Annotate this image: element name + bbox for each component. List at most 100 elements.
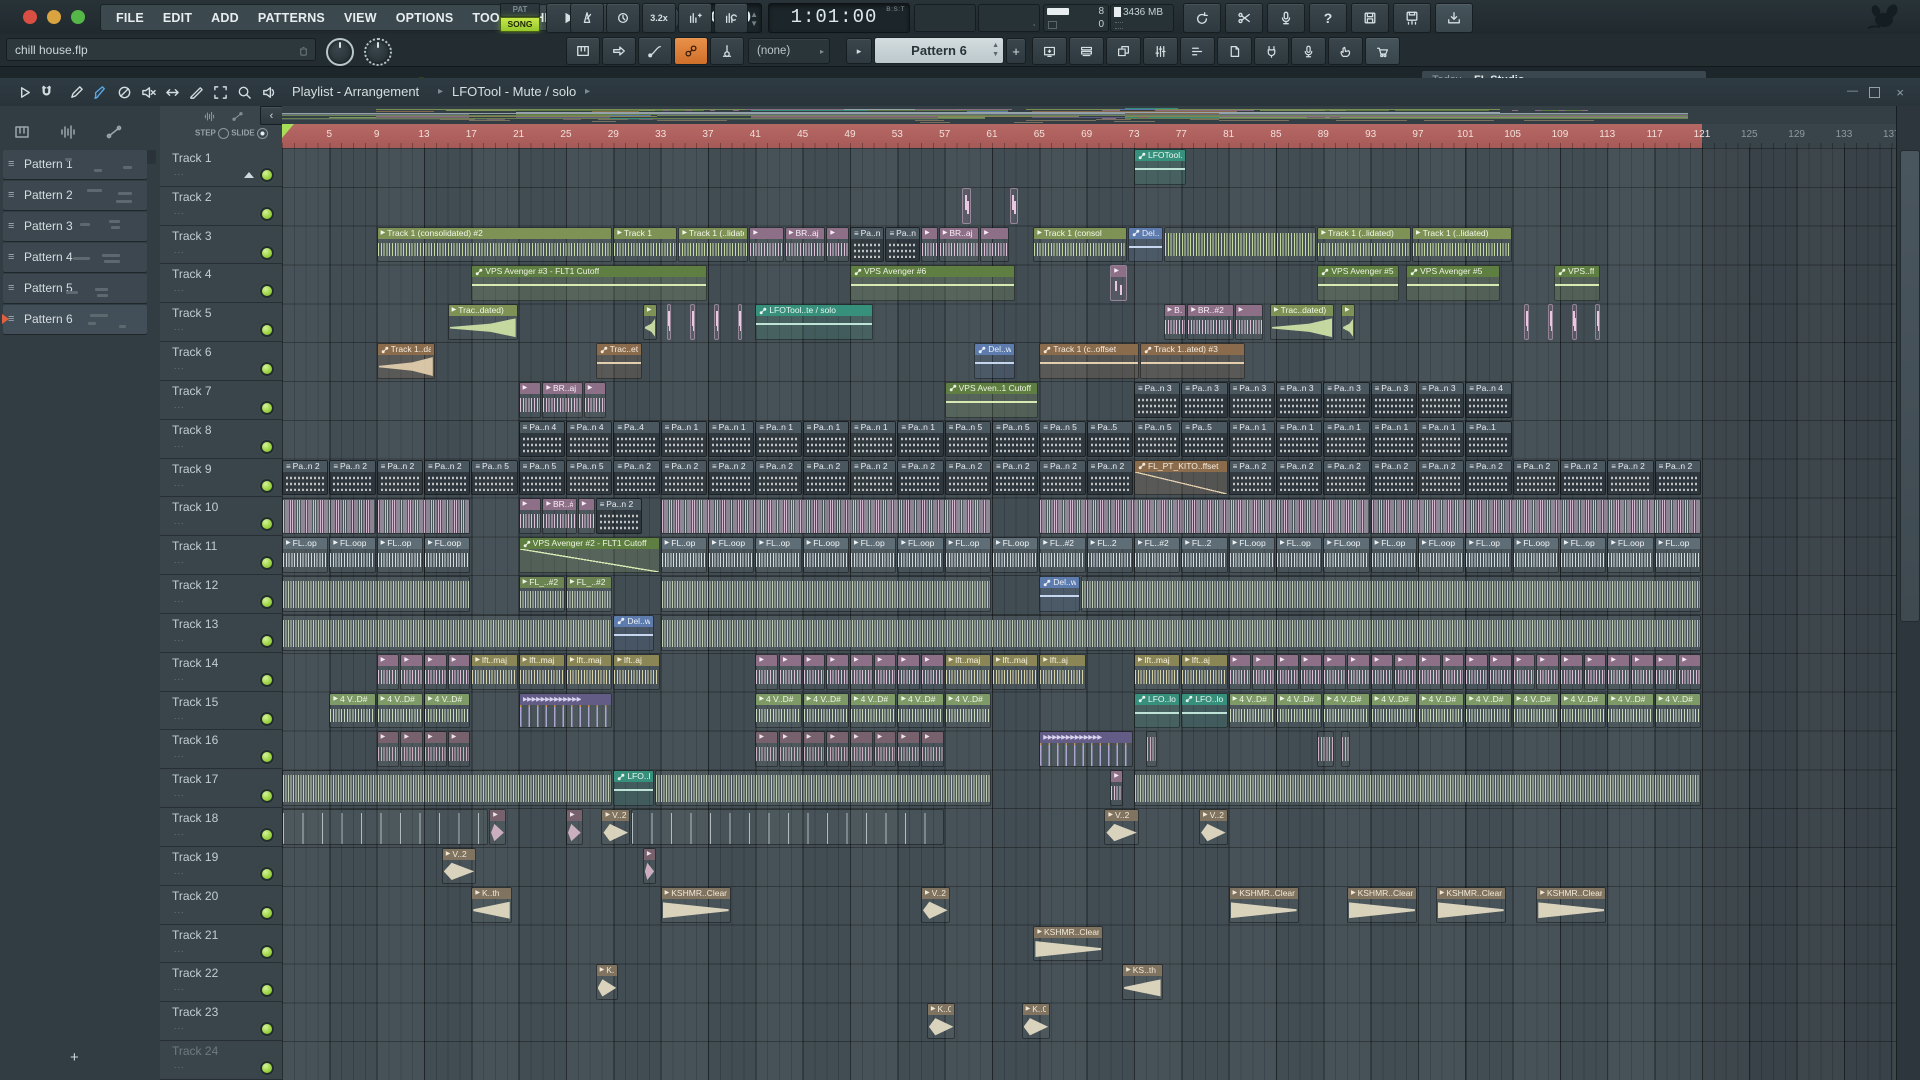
edison-record-button[interactable] — [1267, 3, 1305, 33]
track-led[interactable] — [262, 985, 272, 996]
audio-clip[interactable]: ▶ — [1275, 653, 1299, 690]
audio-clip[interactable]: ▶ — [577, 498, 595, 535]
track-name[interactable]: Track 3 — [172, 229, 212, 243]
pattern-clip[interactable]: ≡ Pa..n 2 — [1417, 459, 1465, 496]
pattern-clip[interactable]: ≡ Pa..n 2 — [707, 459, 755, 496]
audio-clip[interactable] — [1571, 304, 1577, 341]
audio-clip[interactable]: ▶ — [778, 731, 802, 768]
audio-clip[interactable]: ▶ — [376, 653, 400, 690]
track-led[interactable] — [262, 713, 272, 724]
audio-clip[interactable] — [282, 614, 613, 651]
playlist-maximize-icon[interactable] — [1869, 87, 1880, 98]
pattern-clip[interactable]: ≡ Pa..n 1 — [1228, 420, 1275, 457]
pattern-clip[interactable]: ≡ Pa..n 5 — [1039, 420, 1086, 457]
track-led[interactable] — [262, 519, 272, 530]
pattern-clip[interactable]: ≡ Pa..n 1 — [707, 420, 755, 457]
magnet-icon[interactable] — [36, 82, 56, 102]
track-header-1[interactable]: Track 1... — [160, 148, 282, 187]
track-led[interactable] — [262, 674, 272, 685]
add-pattern-button[interactable]: + — [1006, 38, 1026, 64]
audio-clip[interactable]: ▶ — [1252, 653, 1275, 690]
audio-clip[interactable]: ▶Track 1 (..lidated) — [678, 226, 749, 263]
track-header-14[interactable]: Track 14... — [160, 653, 282, 692]
audio-clip[interactable]: ▶ — [755, 653, 778, 690]
pattern-menu-button[interactable]: ▸ — [846, 38, 872, 64]
cut-tool-button[interactable] — [1225, 3, 1263, 33]
plugin-picker-button[interactable] — [1254, 37, 1289, 65]
window-close-light[interactable] — [23, 10, 37, 24]
pattern-item-3[interactable]: ≡ Pattern 3 — [3, 212, 147, 241]
audio-clip[interactable]: ▶Track 1 (..lidated) — [1412, 226, 1512, 263]
audio-clip[interactable]: ▶ — [1323, 653, 1346, 690]
track-name[interactable]: Track 19 — [172, 850, 218, 864]
pattern-clip[interactable]: ≡ Pa..n 5 — [518, 459, 565, 496]
audio-clip[interactable]: ▶ — [1394, 653, 1417, 690]
project-title-field[interactable]: chill house.flp — [6, 38, 316, 61]
pattern-clip[interactable]: ≡ Pa..n 4 — [1465, 381, 1512, 418]
pattern-clip[interactable]: ≡ Pa..n 1 — [802, 420, 849, 457]
track-led[interactable] — [262, 441, 272, 452]
pattern-clip[interactable]: ≡Pa..n 3 — [1275, 381, 1323, 418]
audio-clip[interactable]: ▶ FL..2 — [1086, 537, 1133, 574]
audio-clip[interactable]: ▶ 4 V..D# — [1323, 692, 1370, 729]
pattern-clip[interactable]: ≡Pa..n 3 — [1417, 381, 1465, 418]
pattern-item-4[interactable]: ≡ Pattern 4 — [3, 243, 147, 272]
audio-clip[interactable] — [654, 770, 991, 807]
audio-clip[interactable]: ▶ KSHMR..Clean — [660, 886, 731, 923]
audio-clip[interactable]: ▶ Trac..dated) — [1270, 304, 1335, 341]
track-name[interactable]: Track 21 — [172, 928, 218, 942]
pattern-clip[interactable]: ≡ Pa..n 2 — [1370, 459, 1417, 496]
track-led[interactable] — [262, 597, 272, 608]
audio-clip[interactable]: ▶ — [920, 653, 944, 690]
audio-clip[interactable]: ▶ — [518, 498, 542, 535]
audio-clip[interactable]: ▶ FL..op — [849, 537, 897, 574]
audio-clip[interactable]: ▶ 4 V..D# — [897, 692, 944, 729]
breadcrumb-playlist[interactable]: Playlist - Arrangement — [292, 84, 419, 99]
audio-clip[interactable]: ▶ FL..op — [755, 537, 802, 574]
audio-clip[interactable]: ▶ — [1583, 653, 1607, 690]
draw-tool-icon[interactable] — [66, 82, 86, 102]
pattern-selector[interactable]: Pattern 6 ▲ ▼ — [874, 37, 1004, 64]
menu-file[interactable]: FILE — [116, 11, 144, 25]
audio-clip[interactable] — [660, 498, 991, 535]
audio-clip[interactable]: ▶ lft..aj — [1039, 653, 1086, 690]
audio-clip[interactable]: ▶ K..th — [471, 886, 512, 923]
audio-clip[interactable]: ▶ FL.oop — [991, 537, 1039, 574]
track-led[interactable] — [262, 635, 272, 646]
track-header-17[interactable]: Track 17... — [160, 769, 282, 809]
track-header-23[interactable]: Track 23... — [160, 1002, 282, 1042]
audio-clip[interactable]: ▶ KSHMR..Clean — [1435, 886, 1506, 923]
audio-clip[interactable] — [737, 304, 743, 341]
automation-clip[interactable]: Track 1 (c..offset — [1039, 343, 1139, 379]
track-header-21[interactable]: Track 21... — [160, 925, 282, 964]
step-toggle[interactable] — [217, 128, 229, 139]
track-led[interactable] — [262, 325, 272, 336]
track-name[interactable]: Track 8 — [172, 423, 212, 437]
track-header-4[interactable]: Track 4... — [160, 264, 282, 304]
track-header-12[interactable]: Track 12... — [160, 575, 282, 614]
metronome-button[interactable] — [570, 3, 604, 33]
audio-clip[interactable]: ▶ lft..maj — [518, 653, 565, 690]
audio-clip[interactable] — [690, 304, 696, 341]
select-tool-icon[interactable] — [210, 82, 230, 102]
audio-clip[interactable]: ▶ FL..op — [282, 537, 329, 574]
audio-clip[interactable]: ▶ — [1678, 653, 1701, 690]
pattern-clip[interactable]: ≡Pa..n 3 — [849, 226, 885, 263]
audio-clip[interactable]: ▶ 4 V..D# — [1559, 692, 1607, 729]
track-header-19[interactable]: Track 19... — [160, 847, 282, 886]
audio-clip[interactable] — [282, 498, 376, 535]
track-name[interactable]: Track 24 — [172, 1044, 218, 1058]
track-led[interactable] — [262, 752, 272, 763]
track-name[interactable]: Track 7 — [172, 384, 212, 398]
pattern-clip[interactable]: ≡Pa..n 3 — [1323, 381, 1370, 418]
time-display[interactable]: B:S:T 1:01:00 — [768, 3, 910, 33]
audio-clip[interactable]: ▶ — [447, 653, 471, 690]
audio-tab-icon[interactable] — [60, 124, 76, 145]
pattern-clip[interactable]: ≡ Pa..n 2 — [423, 459, 471, 496]
audio-clip[interactable]: ▶ — [1559, 653, 1583, 690]
undo-button[interactable] — [1183, 3, 1221, 33]
audio-clip[interactable] — [1145, 731, 1157, 768]
audio-clip[interactable]: ▶ — [376, 731, 400, 768]
audio-clip[interactable]: ▶ — [1536, 653, 1559, 690]
automation-clip[interactable]: VPS Avenger #6 — [849, 265, 1015, 302]
